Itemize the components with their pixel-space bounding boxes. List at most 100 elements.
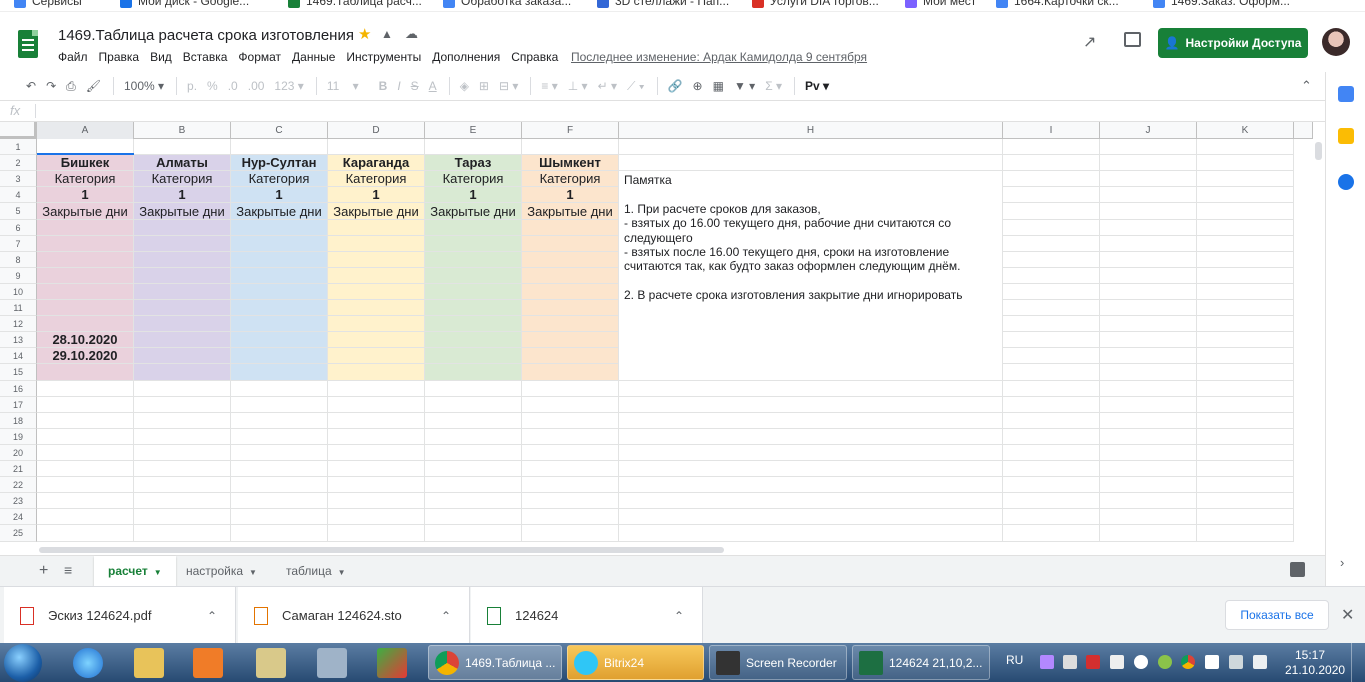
note-text[interactable]: Памятка 1. При расчете сроков для заказо… [620,173,1002,303]
column-header[interactable] [1294,122,1313,139]
bookmark-item[interactable]: Мой диск - Google... [120,0,249,8]
cell[interactable] [1197,268,1294,284]
cell[interactable] [37,509,134,525]
cell[interactable] [231,220,328,236]
cell[interactable] [134,477,231,493]
cell[interactable] [1003,477,1100,493]
cell[interactable] [1197,236,1294,252]
cell[interactable] [231,525,328,542]
cell[interactable] [1197,284,1294,300]
cell[interactable] [37,268,134,284]
closed-date-cell[interactable]: 29.10.2020 [37,348,134,364]
cell[interactable] [1003,348,1100,364]
cell[interactable] [1003,252,1100,268]
cell[interactable] [328,236,425,252]
cell[interactable] [1100,461,1197,477]
cell[interactable] [1100,525,1197,542]
download-item[interactable]: Самаган 124624.sto ⌃ [238,587,470,644]
cell[interactable] [1197,332,1294,348]
cell[interactable] [134,445,231,461]
cell[interactable] [1100,316,1197,332]
category-cell[interactable]: Категория [134,171,231,187]
menu-item[interactable]: Вставка [183,50,228,64]
cell[interactable] [425,252,522,268]
row-header[interactable]: 15 [0,364,37,381]
cell[interactable] [134,300,231,316]
cell[interactable] [1003,509,1100,525]
column-header[interactable]: J [1100,122,1197,139]
cell[interactable] [1197,203,1294,220]
chrome-tray-icon[interactable] [1181,655,1195,669]
row-header[interactable]: 4 [0,187,37,203]
city-header-cell[interactable]: Нур-Султан [231,155,328,171]
cell[interactable] [328,284,425,300]
cell[interactable] [328,509,425,525]
sheet-tab[interactable]: расчет ▼ [94,556,176,586]
pen-tray-icon[interactable] [1040,655,1054,669]
cell[interactable] [1003,397,1100,413]
input-tools-icon[interactable]: Pv ▾ [805,79,829,93]
column-header[interactable]: E [425,122,522,139]
menu-item[interactable]: Вид [150,50,172,64]
row-header[interactable]: 7 [0,236,37,252]
cell[interactable] [522,461,619,477]
menu-item[interactable]: Файл [58,50,88,64]
cell[interactable] [328,493,425,509]
cell[interactable] [425,364,522,381]
cell[interactable] [1100,139,1197,155]
category-value-cell[interactable]: 1 [231,187,328,203]
cell[interactable] [425,316,522,332]
cell[interactable] [1100,268,1197,284]
cell[interactable] [1100,187,1197,203]
sheet-tab-menu-icon[interactable]: ▼ [249,568,257,577]
cell[interactable] [1003,284,1100,300]
cell[interactable] [1197,348,1294,364]
column-header[interactable]: B [134,122,231,139]
cell[interactable] [619,493,1003,509]
cell[interactable] [328,316,425,332]
cell[interactable] [328,429,425,445]
cell[interactable] [1003,525,1100,542]
cell[interactable] [328,381,425,397]
cell[interactable] [522,477,619,493]
row-header[interactable]: 19 [0,429,37,445]
decrease-decimal-button[interactable]: .0 [228,79,238,93]
cell[interactable] [328,413,425,429]
cell[interactable] [231,284,328,300]
row-header[interactable]: 18 [0,413,37,429]
cell[interactable] [1197,171,1294,187]
percent-format-button[interactable]: % [207,79,218,93]
category-value-cell[interactable]: 1 [37,187,134,203]
phone-tray-icon[interactable] [1063,655,1077,669]
cell[interactable] [134,397,231,413]
city-header-cell[interactable]: Караганда [328,155,425,171]
cell[interactable] [328,220,425,236]
cell[interactable] [1197,364,1294,381]
collapse-toolbar-icon[interactable]: ⌃ [1301,78,1312,94]
cell[interactable] [1197,381,1294,397]
cell[interactable] [328,445,425,461]
menu-item[interactable]: Формат [238,50,281,64]
cell[interactable] [425,509,522,525]
horizontal-align-icon[interactable]: ≡ ▾ [541,79,557,93]
column-header[interactable]: D [328,122,425,139]
category-cell[interactable]: Категория [328,171,425,187]
cell[interactable] [1003,381,1100,397]
cell[interactable] [134,220,231,236]
row-header[interactable]: 8 [0,252,37,268]
closed-days-cell[interactable]: Закрытые дни [522,203,619,220]
cell[interactable] [425,348,522,364]
cell[interactable] [37,236,134,252]
cell[interactable] [425,461,522,477]
cell[interactable] [425,429,522,445]
cell[interactable] [1003,300,1100,316]
cell[interactable] [425,220,522,236]
fill-color-icon[interactable]: ◈ [460,79,469,93]
cell[interactable] [1100,348,1197,364]
cell[interactable] [328,364,425,381]
cell[interactable] [1003,220,1100,236]
cell[interactable] [37,252,134,268]
row-header[interactable]: 6 [0,220,37,236]
cell[interactable] [37,429,134,445]
cell[interactable] [231,413,328,429]
